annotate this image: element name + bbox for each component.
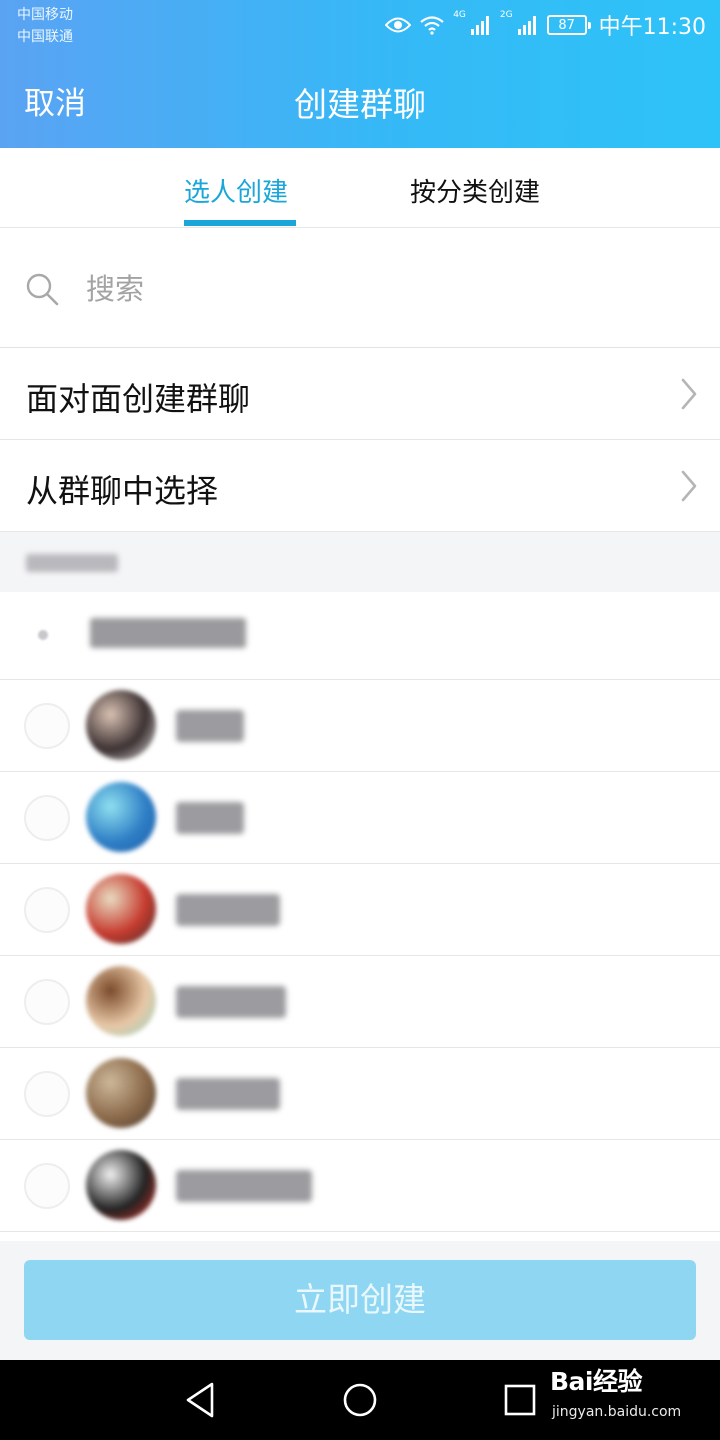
home-icon[interactable] [340, 1378, 380, 1422]
eye-icon [385, 17, 412, 33]
network-type-2: 2G [499, 10, 513, 20]
page-title: 创建群聊 [294, 85, 426, 124]
contact-name-blurred [176, 894, 280, 926]
search-bar[interactable] [0, 229, 720, 348]
contact-name-blurred [176, 1078, 280, 1110]
back-icon[interactable] [180, 1378, 220, 1422]
select-checkbox[interactable] [24, 1163, 70, 1209]
face-to-face-create-row[interactable]: 面对面创建群聊 [0, 348, 720, 440]
select-checkbox[interactable] [24, 1071, 70, 1117]
signal-icon [470, 16, 489, 35]
face-to-face-label: 面对面创建群聊 [26, 380, 251, 418]
contact-row[interactable] [0, 1140, 720, 1232]
tab-by-category[interactable]: 按分类创建 [410, 172, 540, 209]
avatar [86, 782, 156, 852]
signal-icon-2 [517, 16, 536, 35]
wifi-icon [420, 16, 444, 35]
carrier-1: 中国移动 [17, 7, 73, 23]
select-from-group-label: 从群聊中选择 [26, 472, 219, 510]
chevron-right-icon [681, 378, 697, 410]
contact-row[interactable] [0, 680, 720, 772]
chevron-right-icon [681, 470, 697, 502]
tab-bar: 选人创建 按分类创建 [0, 148, 720, 228]
contact-row[interactable] [0, 956, 720, 1048]
avatar [86, 1058, 156, 1128]
avatar [86, 966, 156, 1036]
status-time: 中午11:30 [598, 15, 706, 40]
carrier-2: 中国联通 [17, 29, 73, 45]
active-tab-indicator [184, 220, 296, 226]
contact-name-blurred [176, 802, 244, 834]
watermark-url: jingyan.baidu.com [552, 1404, 682, 1420]
section-header [0, 532, 720, 592]
recent-contacts-row[interactable] [0, 592, 720, 680]
contact-name-blurred [176, 710, 244, 742]
avatar [86, 690, 156, 760]
select-checkbox[interactable] [24, 887, 70, 933]
carrier-info: 中国移动 中国联通 [17, 4, 73, 48]
battery-icon: 87 [546, 15, 591, 35]
select-checkbox[interactable] [24, 703, 70, 749]
select-checkbox[interactable] [24, 979, 70, 1025]
contact-row[interactable] [0, 772, 720, 864]
baidu-jingyan-watermark: Bai经验 jingyan.baidu.com [548, 1362, 718, 1428]
avatar [86, 874, 156, 944]
header-bar: 中国移动 中国联通 4G 2G 87 中午11:30 取消 创建群聊 [0, 0, 720, 148]
avatar [86, 1150, 156, 1220]
tab-select-people[interactable]: 选人创建 [184, 172, 288, 209]
network-type-1: 4G [453, 10, 466, 20]
select-from-group-row[interactable]: 从群聊中选择 [0, 440, 720, 532]
contact-row[interactable] [0, 864, 720, 956]
battery-level: 87 [558, 17, 575, 33]
blurred-recent-label [90, 618, 246, 648]
create-now-button[interactable]: 立即创建 [24, 1260, 696, 1340]
search-input[interactable] [86, 267, 686, 311]
cancel-button[interactable]: 取消 [24, 78, 86, 123]
blurred-section-title [26, 554, 118, 572]
collapse-indicator [38, 630, 48, 640]
status-icons: 4G 2G 87 中午11:30 [385, 8, 706, 42]
contact-name-blurred [176, 986, 286, 1018]
contact-row[interactable] [0, 1048, 720, 1140]
select-checkbox[interactable] [24, 795, 70, 841]
recent-apps-icon[interactable] [502, 1378, 538, 1422]
contact-name-blurred [176, 1170, 312, 1202]
watermark-logo: Bai经验 [550, 1367, 643, 1396]
search-icon [26, 273, 59, 306]
